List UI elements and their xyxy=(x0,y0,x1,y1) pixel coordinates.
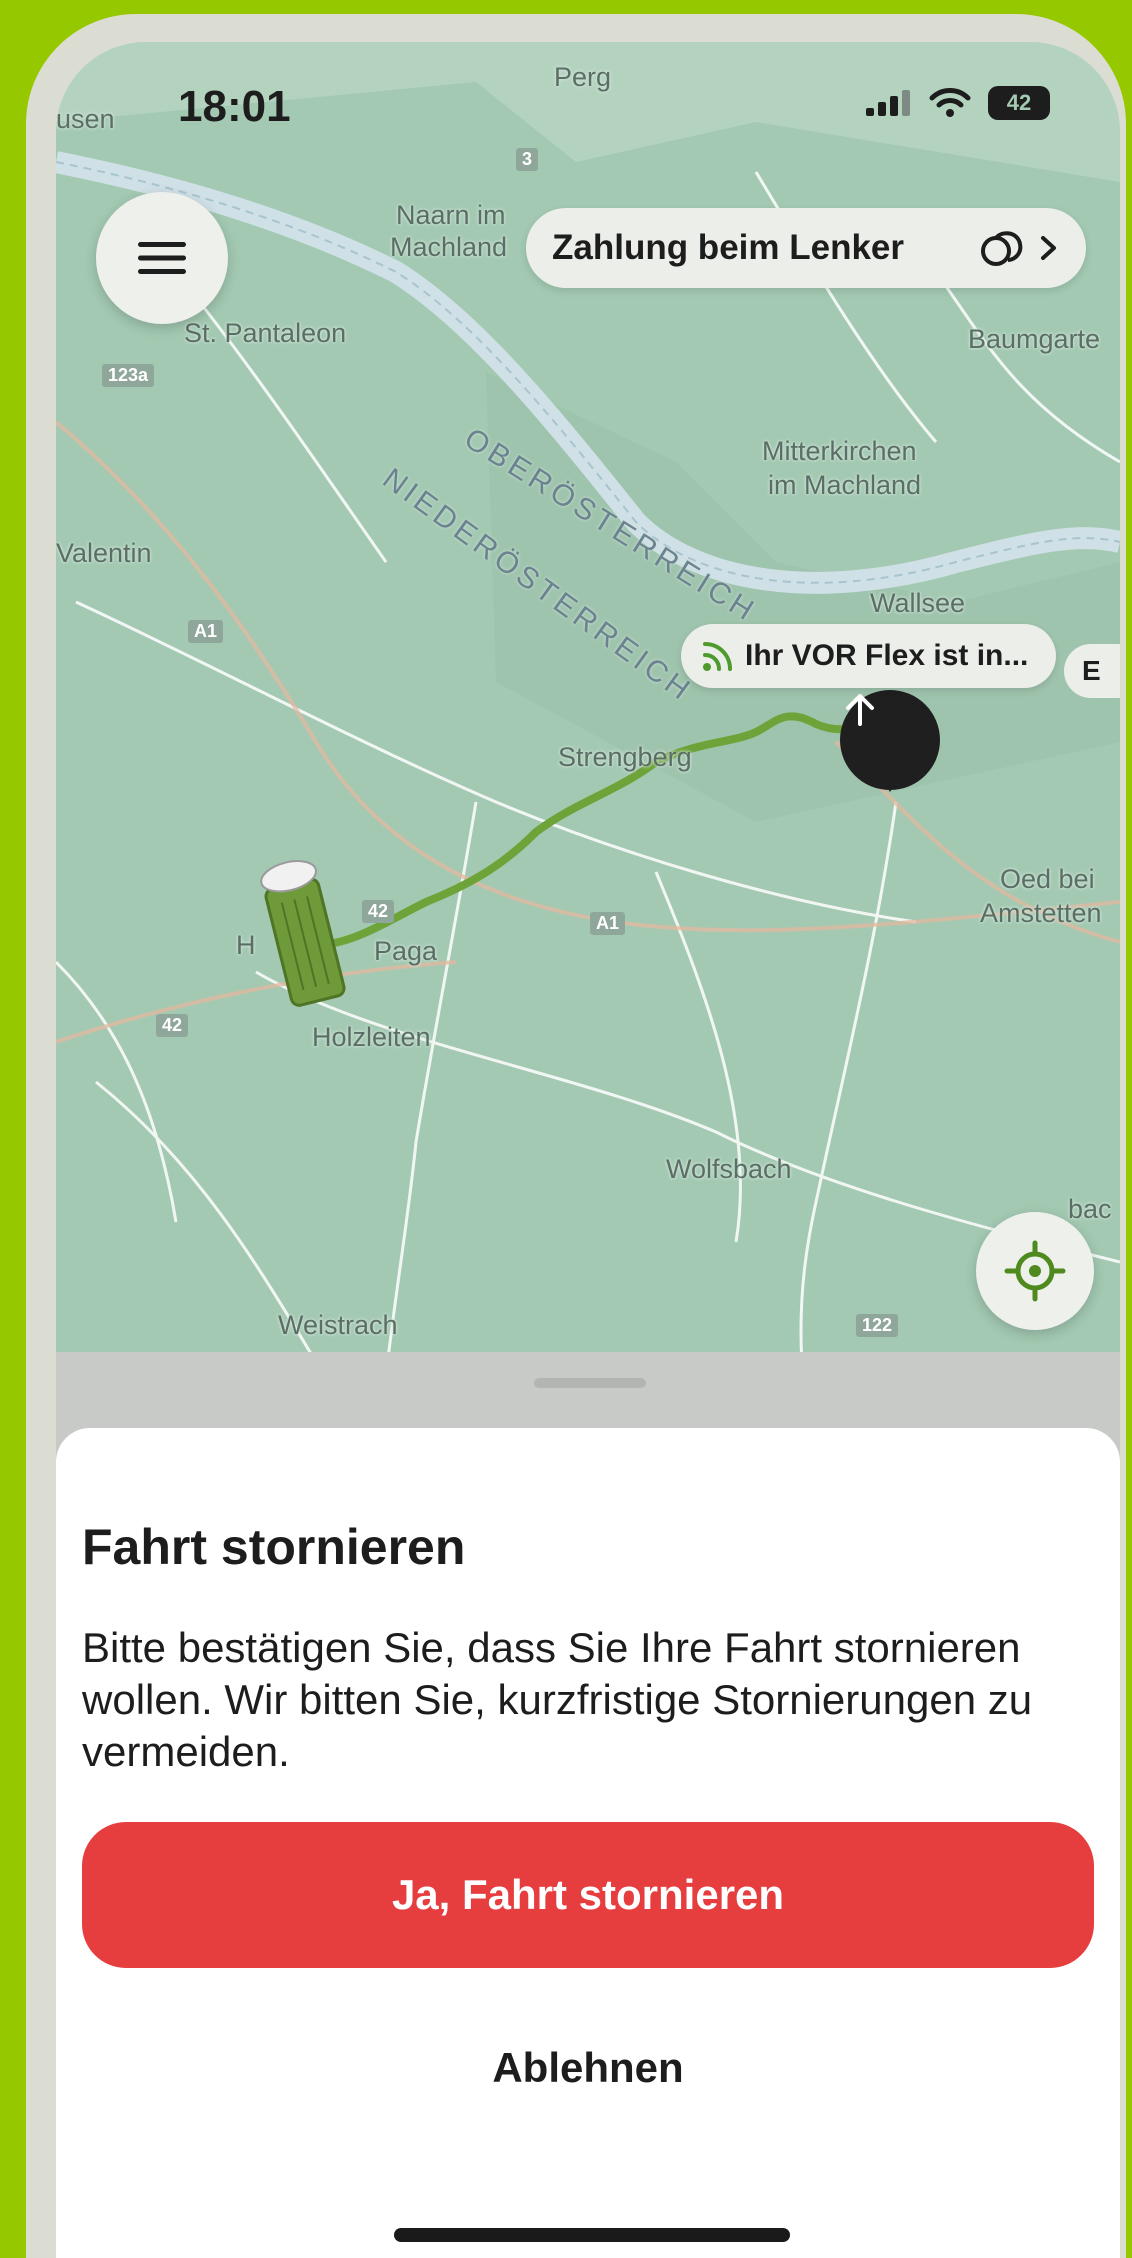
confirm-cancel-button[interactable]: Ja, Fahrt stornieren xyxy=(82,1822,1094,1968)
map-place-label: St. Pantaleon xyxy=(184,318,347,348)
map-place-label: Naarn im xyxy=(396,200,506,230)
road-shield: 122 xyxy=(856,1314,899,1337)
locate-me-button[interactable] xyxy=(976,1212,1094,1330)
map-place-label: Machland xyxy=(390,232,508,262)
map-place-label: Strengberg xyxy=(558,742,692,772)
map-place-label: Baumgarte xyxy=(968,324,1101,354)
map-place-label: H xyxy=(236,930,256,960)
status-time: 18:01 xyxy=(178,82,291,131)
coins-icon xyxy=(981,231,1023,266)
map-place-label: Mitterkirchen xyxy=(762,436,917,466)
signal-icon xyxy=(866,90,910,116)
map-place-label: Holzleiten xyxy=(312,1022,431,1052)
menu-button[interactable] xyxy=(96,192,228,324)
map-place-label: Wallsee xyxy=(870,588,966,618)
map-place-label: Paga xyxy=(374,936,438,966)
map-place-label: Perg xyxy=(554,62,612,92)
home-indicator[interactable] xyxy=(394,2228,790,2242)
live-signal-icon xyxy=(703,642,732,671)
map-place-label: Weistrach xyxy=(278,1310,398,1340)
sheet-grabber[interactable] xyxy=(534,1378,646,1388)
decline-button[interactable]: Ablehnen xyxy=(82,1998,1094,2138)
secondary-eta-chip[interactable]: E xyxy=(1064,644,1120,698)
map-place-label: Oed bei xyxy=(1000,864,1095,894)
map-place-label: usen xyxy=(56,104,115,134)
dialog-message: Bitte bestätigen Sie, dass Sie Ihre Fahr… xyxy=(82,1624,1033,1775)
map-place-label: im Machland xyxy=(768,470,922,500)
map-place-label: bac xyxy=(1068,1194,1112,1224)
arrow-up-icon xyxy=(846,694,874,726)
chevron-right-icon xyxy=(1041,236,1056,260)
dialog-title: Fahrt stornieren xyxy=(82,1519,466,1575)
payment-method-label: Zahlung beim Lenker xyxy=(552,228,904,267)
cancel-ride-sheet: Fahrt stornieren Bitte bestätigen Sie, d… xyxy=(56,1428,1120,2258)
destination-pin[interactable] xyxy=(840,690,940,790)
road-shield: 42 xyxy=(362,900,395,923)
vehicle-eta-chip[interactable]: Ihr VOR Flex ist in... xyxy=(681,624,1056,688)
battery-indicator: 42 xyxy=(988,86,1050,120)
road-shield: 3 xyxy=(516,148,539,171)
payment-method-chip[interactable]: Zahlung beim Lenker xyxy=(526,208,1086,288)
road-shield: 123a xyxy=(102,364,155,387)
minor-roads xyxy=(56,171,1120,1482)
road-shield: A1 xyxy=(188,620,224,643)
map-place-label: Amstetten xyxy=(980,898,1102,928)
crosshair-icon xyxy=(1004,1240,1066,1302)
road-shield: 42 xyxy=(156,1014,189,1037)
wifi-icon xyxy=(929,88,971,117)
status-icons: 42 xyxy=(864,86,1050,120)
vehicle-eta-label: Ihr VOR Flex ist in... xyxy=(745,639,1029,672)
map-place-label: Wolfsbach xyxy=(666,1154,792,1184)
map-place-label: Valentin xyxy=(56,538,152,568)
hamburger-icon xyxy=(138,242,186,274)
road-shield: A1 xyxy=(590,912,626,935)
phone-screen: OBERÖSTERREICH NIEDERÖSTERREICH Perg Naa… xyxy=(56,42,1120,2258)
